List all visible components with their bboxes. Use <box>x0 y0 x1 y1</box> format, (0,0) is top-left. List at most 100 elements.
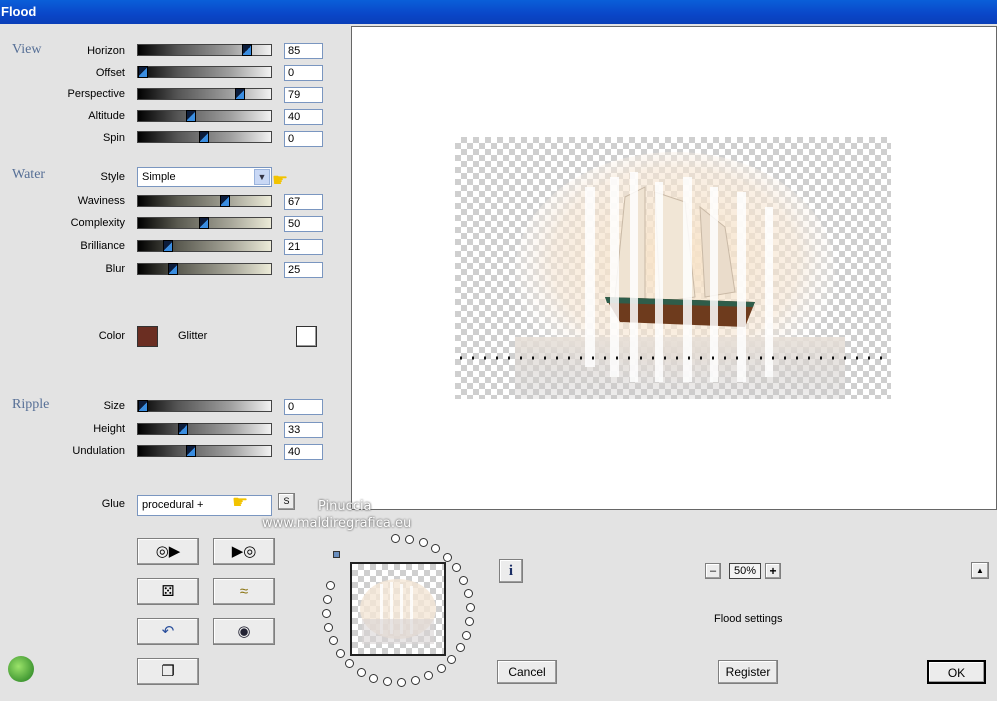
perspective-input[interactable]: 79 <box>284 87 323 103</box>
reset-button[interactable]: ◉ <box>213 618 275 645</box>
height-input[interactable]: 33 <box>284 422 323 438</box>
undulation-label: Undulation <box>72 445 125 457</box>
ring-dot <box>382 677 392 687</box>
collapse-button[interactable]: ▲ <box>971 562 989 579</box>
blur-slider[interactable] <box>137 263 272 275</box>
ring-dot <box>465 617 475 627</box>
info-button[interactable]: i <box>499 559 523 583</box>
offset-thumb[interactable] <box>138 66 148 78</box>
brilliance-thumb[interactable] <box>163 240 173 252</box>
size-input[interactable]: 0 <box>284 399 323 415</box>
preview-canvas <box>351 26 997 510</box>
glue-dropdown[interactable]: procedural + <box>137 495 272 516</box>
ring-dot <box>459 575 469 585</box>
water-color-swatch[interactable] <box>137 326 158 347</box>
color-label: Color <box>98 330 125 342</box>
glitter-color-swatch[interactable] <box>296 326 317 347</box>
chevron-down-icon[interactable]: ▼ <box>254 169 270 185</box>
blur-thumb[interactable] <box>168 263 178 275</box>
waviness-thumb[interactable] <box>220 195 230 207</box>
complexity-thumb[interactable] <box>199 217 209 229</box>
altitude-slider[interactable] <box>137 110 272 122</box>
watermark-line1: Pinuccia <box>318 499 372 514</box>
offset-slider[interactable] <box>137 66 272 78</box>
zoom-out-button[interactable]: – <box>705 563 721 579</box>
offset-label: Offset <box>95 67 125 79</box>
undulation-slider[interactable] <box>137 445 272 457</box>
mini-preview <box>350 562 446 656</box>
ring-dot <box>424 671 434 681</box>
copy-button[interactable]: ❐ <box>137 658 199 685</box>
ring-dot <box>463 588 473 598</box>
ring-dot <box>455 643 465 653</box>
window-title: Flood <box>0 0 997 24</box>
perspective-label: Perspective <box>67 88 125 100</box>
horizon-thumb[interactable] <box>242 44 252 56</box>
style-label: Style <box>100 171 125 183</box>
complexity-slider[interactable] <box>137 217 272 229</box>
height-thumb[interactable] <box>178 423 188 435</box>
spin-label: Spin <box>102 132 125 144</box>
complexity-input[interactable]: 50 <box>284 216 323 232</box>
ring-dot <box>390 534 400 544</box>
size-thumb[interactable] <box>138 400 148 412</box>
spin-slider[interactable] <box>137 131 272 143</box>
glue-s-button[interactable]: S <box>278 493 295 510</box>
ring-dot <box>356 667 366 677</box>
cancel-button[interactable]: Cancel <box>497 660 557 684</box>
style-value: Simple <box>142 171 176 183</box>
ring-dot <box>452 563 462 573</box>
altitude-thumb[interactable] <box>186 110 196 122</box>
size-label: Size <box>103 400 125 412</box>
undo-icon: ↶ <box>161 623 175 640</box>
altitude-input[interactable]: 40 <box>284 109 323 125</box>
horizon-label: Horizon <box>87 45 125 57</box>
copy-icon: ❐ <box>161 663 175 680</box>
undulation-input[interactable]: 40 <box>284 444 323 460</box>
ring-dot <box>335 648 345 658</box>
ok-button[interactable]: OK <box>927 660 986 684</box>
perspective-thumb[interactable] <box>235 88 245 100</box>
ring-icon: ◉ <box>237 623 251 640</box>
zoom-level: 50% <box>729 563 761 579</box>
pointing-hand-icon: ☛ <box>272 170 289 190</box>
reel-arrow-right-icon: ▶◎ <box>231 543 257 560</box>
ring-dot <box>345 659 355 669</box>
style-dropdown[interactable]: Simple ▼ <box>137 167 272 187</box>
offset-input[interactable]: 0 <box>284 65 323 81</box>
ring-dot <box>369 673 379 683</box>
wave-button[interactable]: ≈ <box>213 578 275 605</box>
blur-input[interactable]: 25 <box>284 262 323 278</box>
watermark-line2: www.maldiregrafica.eu <box>262 516 412 531</box>
preview-image <box>455 137 891 399</box>
app-logo-icon <box>8 656 34 682</box>
blur-label: Blur <box>105 263 125 275</box>
spin-input[interactable]: 0 <box>284 131 323 147</box>
waviness-slider[interactable] <box>137 195 272 207</box>
reel-arrow-left-icon: ◎▶ <box>155 543 181 560</box>
ring-dot <box>442 552 452 562</box>
dice-icon: ⚄ <box>161 583 175 600</box>
horizon-input[interactable]: 85 <box>284 43 323 59</box>
ring-dot <box>465 602 475 612</box>
waviness-input[interactable]: 67 <box>284 194 323 210</box>
brilliance-input[interactable]: 21 <box>284 239 323 255</box>
random-button[interactable]: ⚄ <box>137 578 199 605</box>
glue-label: Glue <box>101 498 125 510</box>
horizon-slider[interactable] <box>137 44 272 56</box>
register-button[interactable]: Register <box>718 660 778 684</box>
spin-thumb[interactable] <box>199 131 209 143</box>
perspective-slider[interactable] <box>137 88 272 100</box>
size-slider[interactable] <box>137 400 272 412</box>
undo-button[interactable]: ↶ <box>137 618 199 645</box>
undulation-thumb[interactable] <box>186 445 196 457</box>
brilliance-slider[interactable] <box>137 240 272 252</box>
zoom-in-button[interactable]: + <box>765 563 781 579</box>
ring-handle-icon[interactable] <box>333 551 340 558</box>
altitude-label: Altitude <box>88 110 125 122</box>
height-label: Height <box>93 423 125 435</box>
height-slider[interactable] <box>137 423 272 435</box>
load-preset-button[interactable]: ◎▶ <box>137 538 199 565</box>
save-preset-button[interactable]: ▶◎ <box>213 538 275 565</box>
waviness-label: Waviness <box>77 195 125 207</box>
